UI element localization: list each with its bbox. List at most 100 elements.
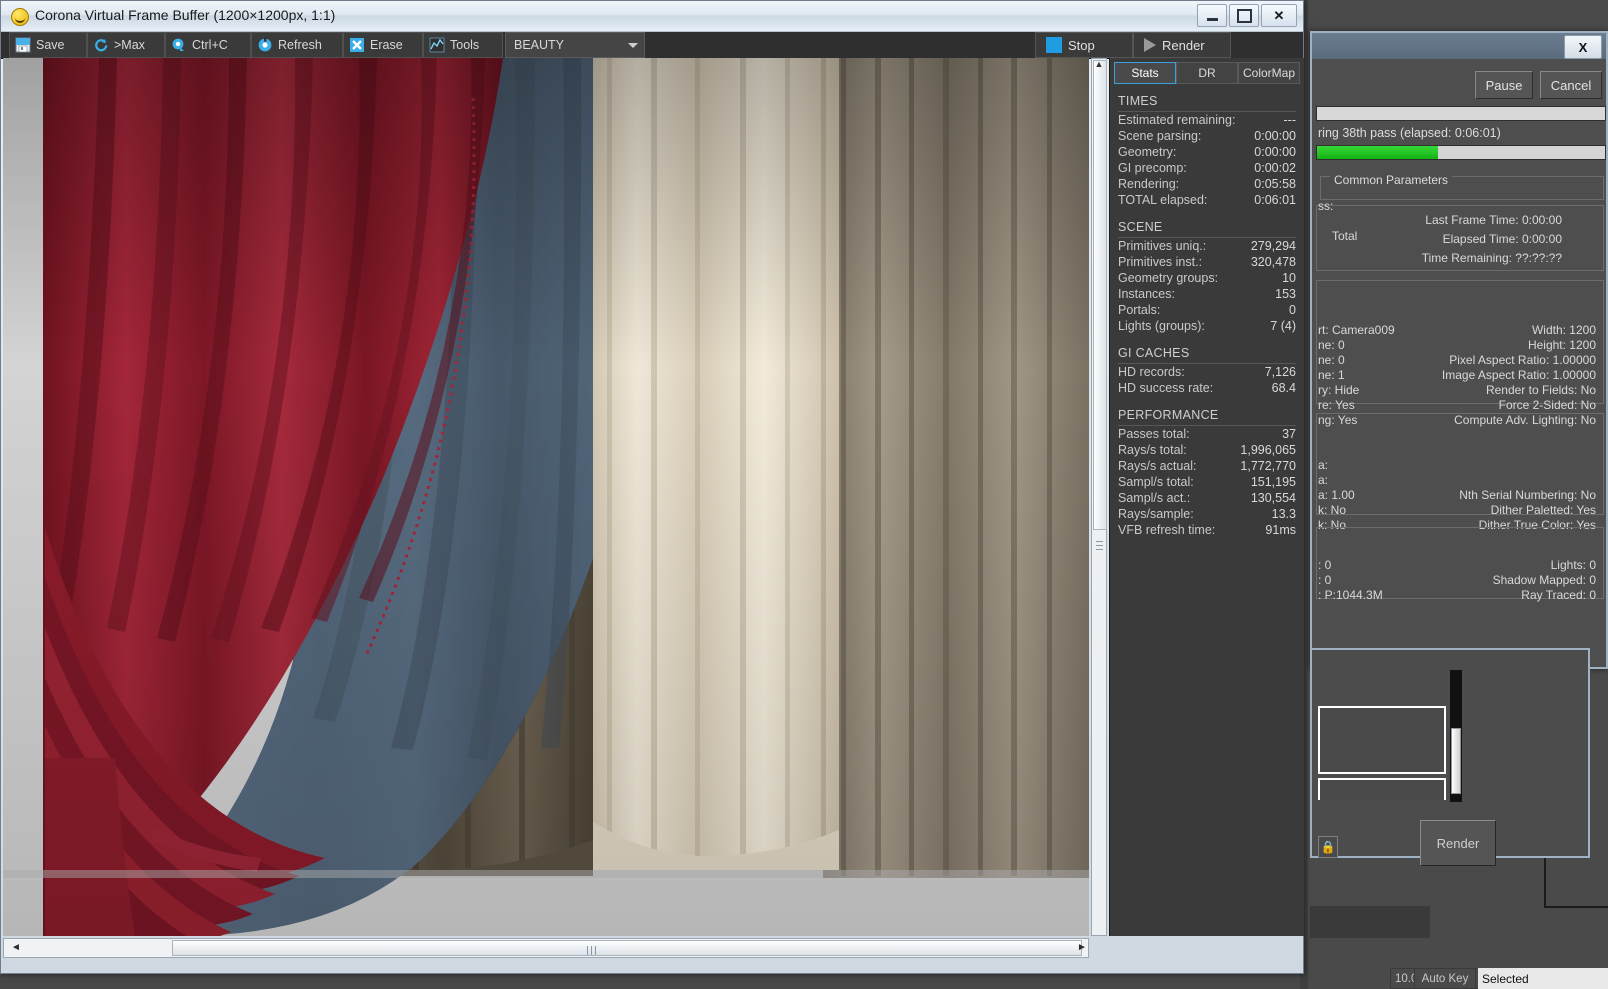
render-button-label: Render: [1437, 836, 1480, 851]
stats-row: Rays/sample:13.3: [1118, 506, 1296, 522]
tools-graph-icon: [429, 37, 445, 53]
auto-key-button[interactable]: Auto Key: [1414, 968, 1476, 989]
stats-row-value: 151,195: [1251, 474, 1296, 490]
stop-square-icon: [1046, 37, 1062, 53]
render-button[interactable]: Render: [1420, 820, 1496, 866]
stats-group: PERFORMANCEPasses total:37Rays/s total:1…: [1118, 408, 1296, 538]
stats-row: Lights (groups): 7 (4): [1118, 318, 1296, 334]
rd-leftinfo-item: re: Yes: [1318, 398, 1355, 412]
copy-button-label: Ctrl+C: [192, 38, 228, 52]
stats-row-value: 13.3: [1272, 506, 1296, 522]
rd-rightinfo3-item: Shadow Mapped: 0: [1402, 573, 1596, 587]
stats-row: Rays/s actual:1,772,770: [1118, 458, 1296, 474]
erase-button[interactable]: Erase: [343, 32, 423, 58]
vfb-hscroll-left-arrow[interactable]: ◄: [11, 942, 21, 953]
vfb-horizontal-scrollbar[interactable]: [3, 938, 1089, 958]
stats-row-value: 0: [1289, 302, 1296, 318]
selection-set-field[interactable]: Selected: [1478, 968, 1608, 989]
tab-stats-label: Stats: [1131, 66, 1158, 80]
vfb-stats-panel: Stats DR ColorMap TIMESEstimated remaini…: [1109, 58, 1304, 936]
to-max-icon: [93, 37, 109, 53]
render-label: Render: [1162, 38, 1205, 53]
minimize-button[interactable]: [1197, 4, 1227, 27]
stats-row-value: 320,478: [1251, 254, 1296, 270]
stats-row: Rays/s total:1,996,065: [1118, 442, 1296, 458]
render-output-list[interactable]: [1318, 778, 1446, 800]
to-max-button[interactable]: >Max: [87, 32, 165, 58]
stats-row-label: Rays/s total:: [1118, 442, 1187, 458]
stop-button[interactable]: Stop: [1035, 32, 1133, 58]
erase-icon: [349, 37, 365, 53]
render-dialog-titlebar[interactable]: X: [1312, 33, 1606, 59]
stats-row: Primitives inst.: 320,478: [1118, 254, 1296, 270]
dialog-scrollbar-thumb[interactable]: [1451, 728, 1461, 794]
render-preset-list[interactable]: [1318, 706, 1446, 774]
vfb-hscroll-thumb[interactable]: [172, 940, 1082, 956]
stats-row: GI precomp:0:00:02: [1118, 160, 1296, 176]
vfb-vertical-scrollbar[interactable]: [1091, 58, 1107, 936]
rd-leftinfo2-item: a:: [1318, 458, 1328, 472]
cancel-label: Cancel: [1551, 78, 1591, 93]
stats-row: Rendering:0:05:58: [1118, 176, 1296, 192]
render-setup-dialog: 🔒 Render: [1310, 648, 1590, 858]
total-label: Total: [1332, 229, 1357, 243]
pass-label: ss:: [1318, 199, 1333, 213]
cancel-button[interactable]: Cancel: [1540, 71, 1602, 99]
window-controls: ✕: [1197, 4, 1297, 27]
vfb-toolbar: Save >Max Ctrl+C: [1, 32, 1303, 59]
stats-row-label: Portals:: [1118, 302, 1160, 318]
stats-row: Geometry groups:10: [1118, 270, 1296, 286]
stats-group-heading: SCENE: [1118, 220, 1296, 238]
tools-button[interactable]: Tools: [423, 32, 503, 58]
stats-group-heading: TIMES: [1118, 94, 1296, 112]
refresh-icon: [257, 37, 273, 53]
rd-rightinfo3-item: Ray Traced: 0: [1402, 588, 1596, 602]
rd-rightinfo3-item: Lights: 0: [1402, 558, 1596, 572]
render-element-combo[interactable]: BEAUTY: [505, 32, 645, 58]
to-max-button-label: >Max: [114, 38, 145, 52]
rd-times-item: Elapsed Time: 0:00:00: [1372, 232, 1562, 246]
stop-label: Stop: [1068, 38, 1095, 53]
tab-dr[interactable]: DR: [1176, 62, 1238, 84]
stats-row-label: Primitives inst.:: [1118, 254, 1202, 270]
stats-row-value: 0:05:58: [1254, 176, 1296, 192]
close-button[interactable]: ✕: [1261, 4, 1297, 27]
render-dialog-close-button[interactable]: X: [1564, 35, 1602, 59]
stats-row: VFB refresh time:91ms: [1118, 522, 1296, 538]
auto-key-label: Auto Key: [1422, 973, 1469, 985]
vfb-hscroll-right-arrow[interactable]: ►: [1077, 942, 1087, 953]
lock-icon[interactable]: 🔒: [1318, 836, 1338, 858]
render-image-viewport[interactable]: [3, 58, 1089, 936]
maximize-button[interactable]: [1229, 4, 1259, 27]
render-button-toolbar[interactable]: Render: [1133, 32, 1231, 58]
rd-rightinfo2-item: Dither Paletted: Yes: [1402, 503, 1596, 517]
stats-row-label: Geometry:: [1118, 144, 1176, 160]
stats-row: Portals: 0: [1118, 302, 1296, 318]
total-progress-bar: [1316, 106, 1606, 121]
vfb-hscroll-grip-2: [591, 946, 592, 955]
stats-row-label: Lights (groups):: [1118, 318, 1205, 334]
stats-row-label: Sampl/s total:: [1118, 474, 1194, 490]
vfb-vscroll-thumb[interactable]: [1093, 60, 1107, 530]
tab-colormap[interactable]: ColorMap: [1238, 62, 1300, 84]
stats-row-value: ---: [1284, 112, 1297, 128]
vfb-title-text: Corona Virtual Frame Buffer (1200×1200px…: [35, 7, 335, 23]
rd-leftinfo3-item: : 0: [1318, 558, 1331, 572]
refresh-button[interactable]: Refresh: [251, 32, 343, 58]
vfb-vscroll-up-arrow[interactable]: ▲: [1092, 59, 1106, 73]
pause-button[interactable]: Pause: [1475, 71, 1533, 99]
stats-row: Scene parsing:0:00:00: [1118, 128, 1296, 144]
stats-row-value: 7 (4): [1270, 318, 1296, 334]
save-button[interactable]: Save: [9, 32, 87, 58]
rd-rightinfo-item: Pixel Aspect Ratio: 1.00000: [1402, 353, 1596, 367]
stats-row-value: 0:00:00: [1254, 144, 1296, 160]
common-parameters-label: Common Parameters: [1330, 173, 1452, 187]
close-icon: ✕: [1274, 9, 1285, 22]
vfb-titlebar[interactable]: Corona Virtual Frame Buffer (1200×1200px…: [1, 1, 1303, 32]
rd-rightinfo-item: Height: 1200: [1402, 338, 1596, 352]
tab-stats[interactable]: Stats: [1114, 62, 1176, 84]
copy-button[interactable]: Ctrl+C: [165, 32, 251, 58]
copy-icon: [171, 37, 187, 53]
stats-row-label: Sampl/s act.:: [1118, 490, 1190, 506]
stats-row-value: 130,554: [1251, 490, 1296, 506]
